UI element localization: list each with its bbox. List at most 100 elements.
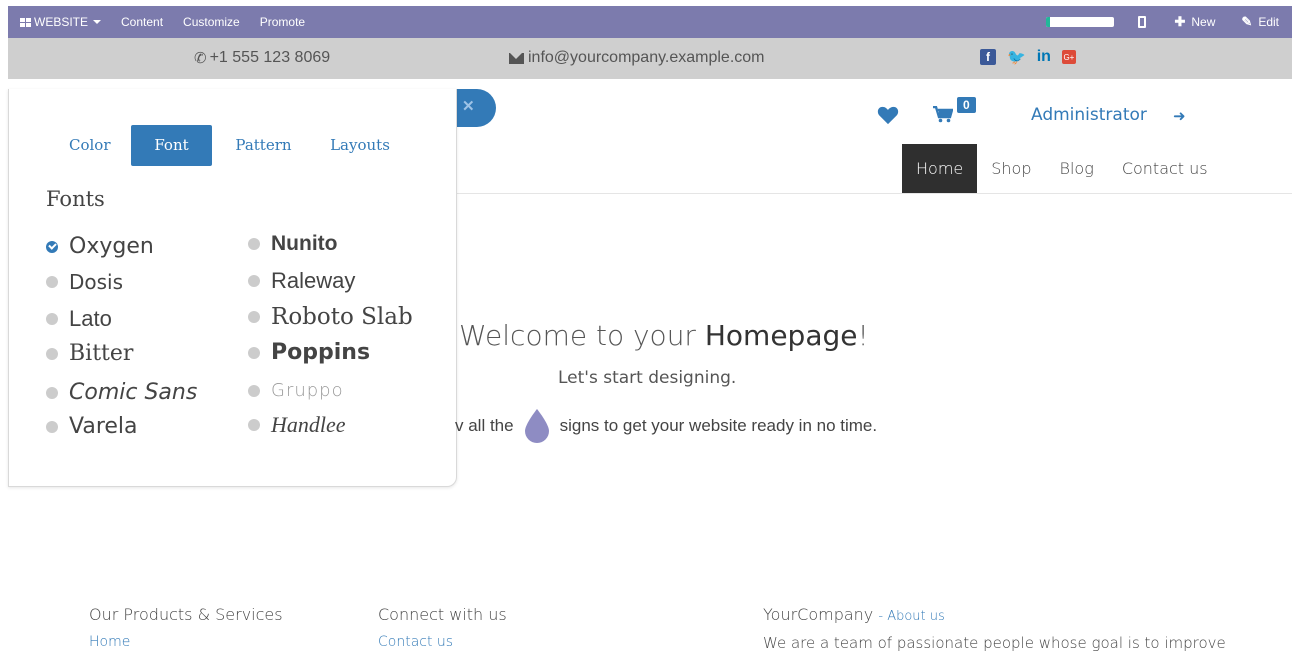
radio-checked-icon <box>46 240 58 253</box>
website-menu[interactable]: WEBSITE <box>20 15 102 29</box>
caret-down-icon <box>93 20 102 24</box>
footer-link-contact[interactable]: Contact us <box>378 634 507 650</box>
font-option-handlee[interactable]: Handlee <box>248 412 346 438</box>
font-option-bitter[interactable]: Bitter <box>46 341 133 366</box>
radio-icon <box>46 276 58 288</box>
footer-company-text: We are a team of passionate people whose… <box>763 634 1226 652</box>
nav-item-home[interactable]: Home <box>902 144 978 194</box>
contact-bar: ✆ +1 555 123 8069 info@yourcompany.examp… <box>8 38 1292 79</box>
envelope-icon <box>509 52 524 64</box>
cart-icon[interactable] <box>933 106 953 123</box>
tab-pattern[interactable]: Pattern <box>212 125 315 166</box>
theme-customize-panel: Color Font Pattern Layouts Fonts Oxygen … <box>8 89 457 487</box>
footer-link-home[interactable]: Home <box>89 634 283 650</box>
font-option-poppins[interactable]: Poppins <box>248 340 370 365</box>
nav-item-shop[interactable]: Shop <box>977 144 1045 194</box>
content-menu[interactable]: Content <box>121 15 163 29</box>
font-option-label: Dosis <box>69 270 124 294</box>
sign-out-icon[interactable]: ➜ <box>1173 107 1186 125</box>
apps-grid-icon <box>20 17 31 27</box>
font-option-comic-sans[interactable]: Comic Sans <box>46 380 197 405</box>
user-menu[interactable]: Administrator <box>1031 105 1147 125</box>
font-option-label: Poppins <box>271 340 371 365</box>
footer-heading: Our Products & Services <box>89 605 283 624</box>
font-option-label: Lato <box>69 306 112 331</box>
progress-bar <box>1046 17 1115 27</box>
footer-heading: Connect with us <box>378 605 507 624</box>
phone-icon: ✆ <box>194 50 207 67</box>
font-option-label: Raleway <box>271 268 356 293</box>
font-option-lato[interactable]: Lato <box>46 306 112 332</box>
radio-icon <box>46 420 58 433</box>
radio-icon <box>248 311 260 323</box>
hero-title-suffix: ! <box>857 319 869 352</box>
font-option-label: Oxygen <box>69 234 154 259</box>
font-option-raleway[interactable]: Raleway <box>248 268 355 294</box>
font-option-label: Nunito <box>271 232 338 255</box>
twitter-icon[interactable]: 🐦 <box>1007 48 1026 66</box>
radio-icon <box>46 386 58 399</box>
fonts-heading: Fonts <box>46 187 105 211</box>
customize-menu[interactable]: Customize <box>183 15 240 29</box>
font-option-dosis[interactable]: Dosis <box>46 270 123 294</box>
admin-bar: WEBSITE Content Customize Promote ✚ New … <box>8 6 1292 38</box>
email-contact[interactable]: info@yourcompany.example.com <box>509 49 765 67</box>
about-us-label[interactable]: About us <box>887 609 945 624</box>
font-option-oxygen[interactable]: Oxygen <box>46 234 154 259</box>
nav-item-blog[interactable]: Blog <box>1046 144 1108 194</box>
progress-fill <box>1046 17 1050 27</box>
nav-divider <box>456 193 1292 194</box>
cart-count-badge: 0 <box>957 97 976 113</box>
hero-title-prefix: Welcome to your <box>459 319 705 352</box>
radio-icon <box>46 313 58 325</box>
phone-number: +1 555 123 8069 <box>209 49 331 66</box>
droplet-icon <box>524 409 549 443</box>
hero-subtitle: Let's start designing. <box>558 368 737 388</box>
font-option-label: Roboto Slab <box>271 304 413 330</box>
new-button-label: New <box>1191 15 1216 29</box>
font-option-varela[interactable]: Varela <box>46 414 138 439</box>
footer-col-products: Our Products & Services Home <box>89 605 283 650</box>
hero-title-bold: Homepage <box>704 319 858 352</box>
radio-icon <box>248 238 260 250</box>
email-address[interactable]: info@yourcompany.example.com <box>528 49 765 67</box>
edit-button[interactable]: ✎ Edit <box>1241 14 1279 30</box>
radio-icon <box>248 346 260 359</box>
radio-icon <box>248 275 260 287</box>
website-menu-label: WEBSITE <box>34 15 89 29</box>
radio-icon <box>248 384 260 397</box>
wishlist-heart-icon[interactable] <box>877 105 899 125</box>
social-links: f 🐦 in G+ <box>980 48 1087 66</box>
hero-line-start: v all the <box>455 416 514 435</box>
nav-item-contact[interactable]: Contact us <box>1108 144 1222 194</box>
font-option-nunito[interactable]: Nunito <box>248 232 337 256</box>
google-plus-icon[interactable]: G+ <box>1061 50 1076 64</box>
mobile-preview-icon[interactable] <box>1138 16 1147 28</box>
tab-color[interactable]: Color <box>51 125 131 166</box>
edit-button-label: Edit <box>1258 15 1279 29</box>
tab-layouts[interactable]: Layouts <box>315 125 405 166</box>
tab-font[interactable]: Font <box>131 125 212 166</box>
new-button[interactable]: ✚ New <box>1174 14 1215 30</box>
about-us-link[interactable]: - About us <box>878 609 944 624</box>
close-icon: ✕ <box>462 98 475 115</box>
font-option-roboto-slab[interactable]: Roboto Slab <box>248 304 413 330</box>
main-nav: Home Shop Blog Contact us <box>902 144 1222 194</box>
company-name: YourCompany <box>763 605 874 624</box>
hero-instructions: v all the signs to get your website read… <box>455 406 877 446</box>
footer-col-company: YourCompany - About us We are a team of … <box>763 605 1226 652</box>
page: WEBSITE Content Customize Promote ✚ New … <box>0 0 1292 663</box>
footer-col-connect: Connect with us Contact us <box>378 605 507 650</box>
font-option-gruppo[interactable]: Gruppo <box>248 380 344 401</box>
font-option-label: Varela <box>69 414 138 439</box>
radio-icon <box>248 419 260 431</box>
font-option-label: Handlee <box>271 412 346 437</box>
plus-icon: ✚ <box>1174 14 1186 29</box>
linkedin-icon[interactable]: in <box>1037 48 1051 66</box>
footer-company-heading: YourCompany - About us <box>763 605 1226 624</box>
promote-menu[interactable]: Promote <box>260 15 305 29</box>
facebook-icon[interactable]: f <box>980 49 996 65</box>
phone-contact: ✆ +1 555 123 8069 <box>194 49 330 67</box>
radio-icon <box>46 347 58 360</box>
font-option-label: Gruppo <box>271 380 344 401</box>
